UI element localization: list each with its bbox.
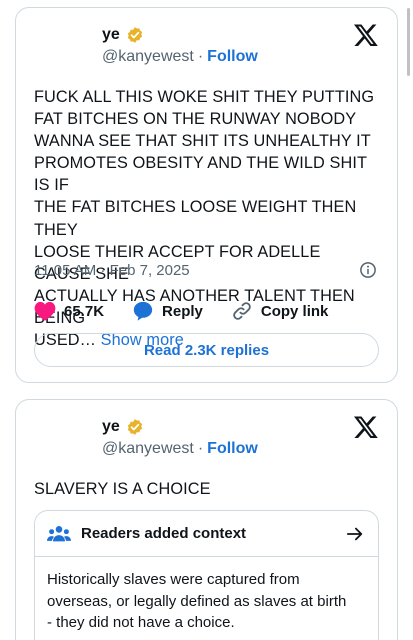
handle: @kanyewest (102, 440, 194, 457)
x-logo-icon[interactable] (353, 22, 379, 48)
handle-row: @kanyewest · Follow (102, 48, 258, 66)
info-icon[interactable] (359, 261, 377, 279)
display-name[interactable]: ye (102, 418, 120, 436)
copy-link-label: Copy link (260, 302, 329, 320)
handle-row: @kanyewest · Follow (102, 440, 258, 458)
reply-bubble-icon (133, 301, 153, 321)
separator: · (197, 440, 204, 457)
link-icon (233, 302, 251, 320)
community-note[interactable]: Readers added context Historically slave… (34, 510, 379, 640)
reply-button[interactable]: Reply (132, 300, 203, 322)
follow-button[interactable]: Follow (207, 48, 258, 65)
handle: @kanyewest (102, 48, 194, 65)
community-note-text: Historically slaves were captured from o… (35, 557, 378, 640)
community-note-header[interactable]: Readers added context (35, 511, 378, 557)
tweet-card[interactable]: ye @kanyewest · Follow FUCK ALL THIS WOKE … (15, 7, 398, 383)
like-count: 65.7K (64, 302, 105, 320)
like-button[interactable]: 65.7K (34, 301, 104, 321)
community-note-body: Historically slaves were captured from o… (47, 571, 347, 631)
author-name-row[interactable]: ye (102, 418, 144, 436)
timestamp[interactable]: 11:05 AM · Feb 7, 2025 (34, 262, 190, 279)
heart-icon (34, 301, 56, 321)
people-icon (47, 525, 71, 541)
action-bar: 65.7K Reply Copy link (34, 299, 379, 323)
separator: · (197, 48, 204, 65)
read-replies-button[interactable]: Read 2.3K replies (34, 333, 379, 367)
copy-link-button[interactable]: Copy link (231, 300, 329, 322)
community-note-title: Readers added context (81, 525, 247, 542)
tweet-card[interactable]: ye @kanyewest · Follow SLAVERY IS A CHOICE… (15, 399, 398, 640)
verified-badge-icon (127, 27, 142, 43)
verified-badge-icon (127, 419, 142, 435)
reply-label: Reply (162, 302, 203, 320)
author-name-row[interactable]: ye (102, 26, 144, 44)
arrow-right-icon[interactable] (346, 526, 364, 542)
tweet-text: SLAVERY IS A CHOICE (34, 480, 211, 498)
page-scrollbar[interactable] (407, 8, 410, 76)
avatar[interactable] (36, 414, 84, 462)
follow-button[interactable]: Follow (207, 440, 258, 457)
display-name[interactable]: ye (102, 26, 120, 44)
x-logo-icon[interactable] (353, 414, 379, 440)
avatar[interactable] (36, 22, 84, 70)
